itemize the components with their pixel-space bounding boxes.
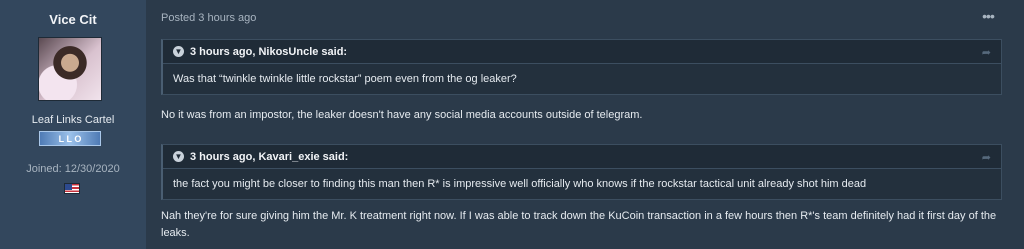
quote-header[interactable]: ▼ 3 hours ago, Kavari_exie said:	[163, 145, 1001, 169]
author-panel: Vice Cit Leaf Links Cartel L L O Joined:…	[0, 0, 146, 249]
quote-block-1: ▼ 3 hours ago, NikosUncle said: ➦ Was th…	[161, 39, 1002, 95]
share-arrow-icon[interactable]: ➦	[982, 46, 991, 59]
rank-badge: L L O	[39, 131, 101, 146]
us-flag-icon	[64, 183, 80, 194]
rank-badge-label: L L O	[58, 133, 82, 144]
author-arrow	[146, 12, 153, 26]
quote-citation[interactable]: 3 hours ago, Kavari_exie said:	[190, 151, 348, 163]
author-name[interactable]: Vice Cit	[0, 12, 146, 27]
quote-block-2: ▼ 3 hours ago, Kavari_exie said: ➦ the f…	[161, 144, 1002, 200]
author-group: Leaf Links Cartel	[31, 114, 115, 126]
quote-citation[interactable]: 3 hours ago, NikosUncle said:	[190, 46, 347, 58]
quote-header[interactable]: ▼ 3 hours ago, NikosUncle said:	[163, 40, 1001, 64]
reply-text-1: No it was from an impostor, the leaker d…	[161, 109, 643, 121]
chevron-down-icon[interactable]: ▼	[173, 151, 184, 162]
quote-text: Was that “twinkle twinkle little rocksta…	[173, 73, 517, 85]
post-timestamp[interactable]: Posted 3 hours ago	[161, 12, 256, 24]
avatar[interactable]	[38, 37, 102, 101]
share-arrow-icon[interactable]: ➦	[982, 151, 991, 164]
more-options-icon[interactable]: •••	[978, 9, 998, 23]
chevron-down-icon[interactable]: ▼	[173, 46, 184, 57]
quote-text: the fact you might be closer to finding …	[173, 178, 867, 190]
joined-date: Joined: 12/30/2020	[26, 163, 120, 175]
reply-text-2: Nah they're for sure giving him the Mr. …	[161, 210, 997, 239]
